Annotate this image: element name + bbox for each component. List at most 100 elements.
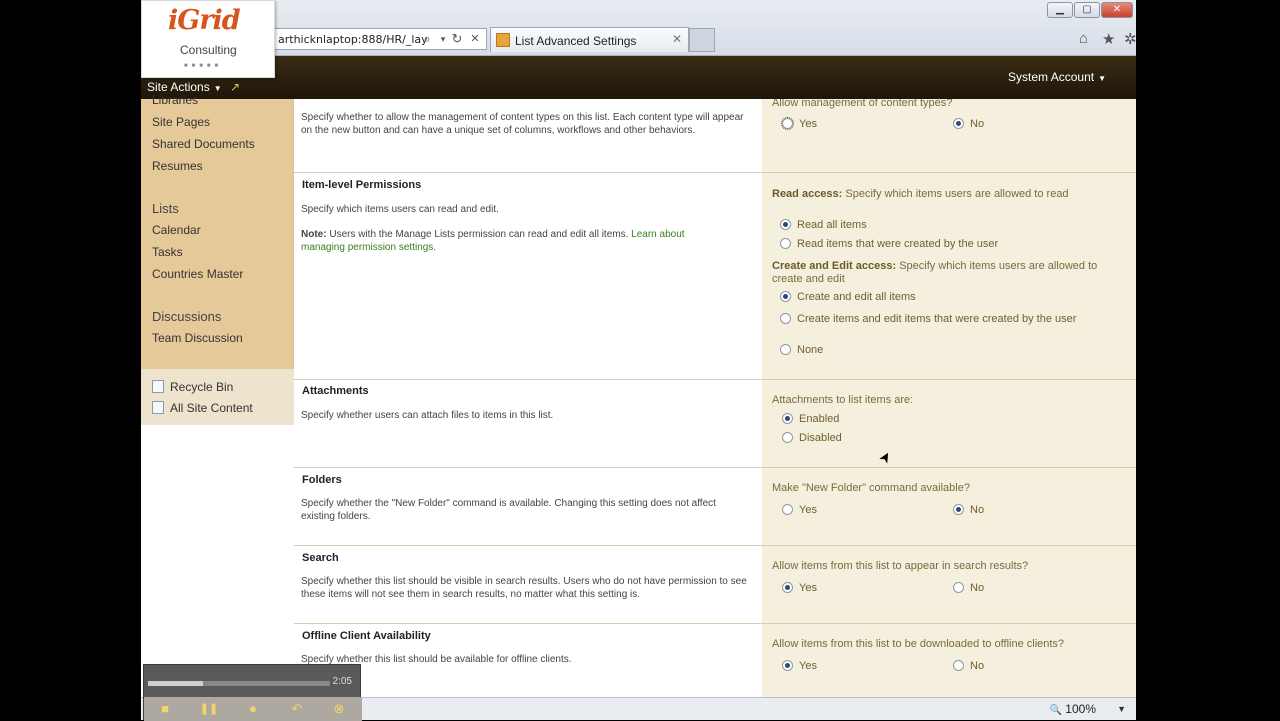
home-icon[interactable]: ⌂ [1079, 30, 1088, 47]
microphone-icon[interactable]: ● [234, 700, 272, 718]
logo-brand: iGrid [168, 5, 241, 36]
radio-button[interactable] [953, 582, 964, 593]
site-actions-menu[interactable]: Site Actions ▼ [147, 80, 222, 94]
read-access-heading: Read access: Specify which items users a… [772, 188, 1117, 201]
read-own-option[interactable]: Read items that were created by the user [780, 238, 998, 250]
maximize-button[interactable]: ▢ [1074, 2, 1100, 18]
ql-lists-heading[interactable]: Lists [152, 201, 179, 216]
edit-all-option[interactable]: Create and edit all items [780, 291, 916, 303]
radio-button[interactable] [780, 219, 791, 230]
minimize-button[interactable]: ▁ [1047, 2, 1073, 18]
ql-item-tasks[interactable]: Tasks [152, 245, 183, 259]
permissions-description: Specify which items users can read and e… [301, 204, 499, 215]
content-types-question: Allow management of content types? [772, 99, 953, 109]
offline-no-label: No [970, 660, 985, 672]
offline-title: Offline Client Availability [302, 630, 431, 642]
radio-button[interactable] [782, 504, 793, 515]
player-controls: ■ ❚❚ ● ↶ ⊗ [144, 697, 362, 721]
radio-button[interactable] [953, 504, 964, 515]
stop-icon[interactable]: ■ [146, 700, 184, 718]
ql-recycle-bin[interactable]: Recycle Bin [152, 380, 233, 394]
radio-button[interactable] [781, 117, 794, 130]
recycle-bin-icon [152, 380, 164, 393]
favorites-star-icon[interactable]: ★ [1102, 30, 1115, 48]
ql-item-countries-master[interactable]: Countries Master [152, 267, 243, 281]
search-icon[interactable]: ⌕ [419, 28, 435, 50]
search-question: Allow items from this list to appear in … [772, 560, 1029, 572]
radio-button[interactable] [953, 660, 964, 671]
ql-libraries-heading[interactable]: Libraries [152, 93, 198, 107]
tools-gear-icon[interactable]: ✲ [1124, 30, 1136, 48]
radio-button[interactable] [782, 582, 793, 593]
navigate-up-icon[interactable]: ↗ [230, 80, 240, 94]
stop-icon[interactable]: ✕ [467, 28, 483, 50]
account-menu[interactable]: System Account ▼ [1008, 70, 1106, 84]
read-access-text: Specify which items users are allowed to… [845, 188, 1069, 200]
offline-description: Specify whether this list should be avai… [301, 654, 572, 665]
recycle-bin-label: Recycle Bin [170, 380, 234, 394]
folders-question: Make "New Folder" command available? [772, 482, 970, 494]
new-tab-button[interactable] [689, 28, 715, 52]
close-window-button[interactable]: ✕ [1101, 2, 1133, 18]
all-site-content-icon [152, 401, 164, 414]
radio-button[interactable] [953, 118, 964, 129]
sharepoint-ribbon: Site Actions ▼ ↗ System Account ▼ [141, 56, 1136, 99]
ql-item-calendar[interactable]: Calendar [152, 223, 201, 237]
edit-none-option[interactable]: None [780, 344, 823, 356]
folders-no-label: No [970, 504, 985, 516]
section-divider [294, 545, 1136, 546]
search-title: Search [302, 552, 339, 564]
quick-launch: Libraries Site Pages Shared Documents Re… [141, 93, 294, 425]
ql-item-shared-documents[interactable]: Shared Documents [152, 137, 255, 151]
radio-button[interactable] [782, 413, 793, 424]
close-icon[interactable]: ⊗ [320, 700, 358, 718]
radio-button[interactable] [782, 432, 793, 443]
undo-icon[interactable]: ↶ [278, 700, 316, 718]
attachments-description: Specify whether users can attach files t… [301, 410, 554, 421]
ql-all-site-content[interactable]: All Site Content [152, 401, 253, 415]
logo-tagline: Consulting [180, 43, 237, 57]
attachments-enabled-option[interactable]: Enabled [782, 413, 839, 425]
player-seekbar[interactable] [148, 681, 330, 686]
folders-title: Folders [302, 474, 342, 486]
refresh-icon[interactable]: ↻ [449, 28, 465, 50]
zoom-level: 100% [1065, 702, 1096, 716]
search-no-option[interactable]: No [953, 582, 984, 594]
ql-item-resumes[interactable]: Resumes [152, 159, 203, 173]
player-progress-fill [148, 681, 203, 686]
read-all-option[interactable]: Read all items [780, 219, 867, 231]
ql-item-site-pages[interactable]: Site Pages [152, 115, 210, 129]
folders-yes-option[interactable]: Yes [782, 504, 817, 516]
radio-button[interactable] [780, 344, 791, 355]
search-yes-label: Yes [799, 582, 817, 594]
content-types-yes-option[interactable]: Yes [781, 117, 817, 130]
ql-discussions-heading[interactable]: Discussions [152, 309, 221, 324]
radio-button[interactable] [780, 313, 791, 324]
folders-no-option[interactable]: No [953, 504, 984, 516]
offline-yes-label: Yes [799, 660, 817, 672]
edit-own-option[interactable]: Create items and edit items that were cr… [780, 310, 1120, 328]
logo-dots: ■■■■■ [184, 63, 223, 69]
chevron-down-icon: ▼ [213, 84, 222, 93]
radio-button[interactable] [780, 291, 791, 302]
sharepoint-favicon-icon [496, 33, 510, 47]
section-divider [294, 172, 1136, 173]
content-types-no-option[interactable]: No [953, 118, 984, 130]
radio-button[interactable] [782, 660, 793, 671]
offline-question: Allow items from this list to be downloa… [772, 638, 1065, 650]
attachments-disabled-option[interactable]: Disabled [782, 432, 842, 444]
offline-no-option[interactable]: No [953, 660, 984, 672]
ql-item-team-discussion[interactable]: Team Discussion [152, 331, 243, 345]
edit-access-heading: Create and Edit access: Specify which it… [772, 260, 1117, 286]
zoom-dropdown-icon[interactable]: ▼ [1117, 704, 1126, 714]
offline-yes-option[interactable]: Yes [782, 660, 817, 672]
tab-close-icon[interactable]: ✕ [672, 32, 682, 46]
pause-icon[interactable]: ❚❚ [190, 700, 228, 718]
search-yes-option[interactable]: Yes [782, 582, 817, 594]
permissions-note-text: Users with the Manage Lists permission c… [329, 229, 629, 240]
section-divider [294, 623, 1136, 624]
tab-list-advanced-settings[interactable]: List Advanced Settings ✕ [490, 27, 689, 52]
search-description: Specify whether this list should be visi… [301, 576, 747, 600]
radio-button[interactable] [780, 238, 791, 249]
zoom-control[interactable]: 🔍 100% [1050, 702, 1097, 716]
